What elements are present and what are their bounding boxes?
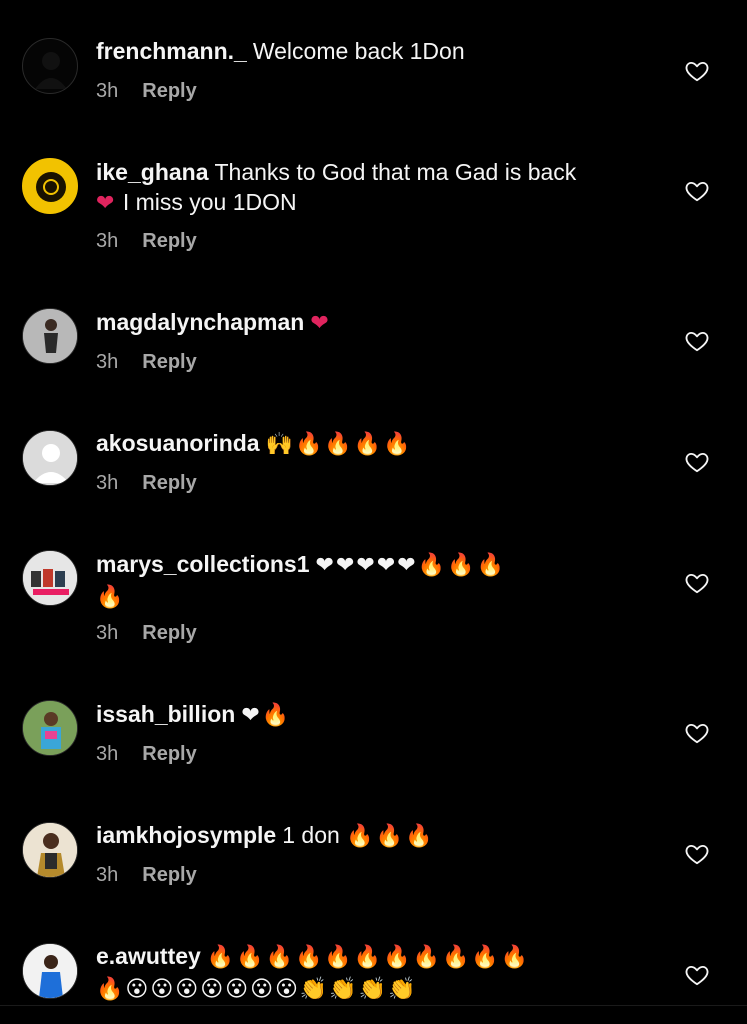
- timestamp: 3h: [96, 864, 119, 886]
- comment-meta: 3h Reply: [96, 80, 197, 103]
- comment-body-line-2: I miss you 1DON: [122, 189, 297, 215]
- username-link[interactable]: e.awuttey: [96, 943, 201, 969]
- comment-body: 1 don: [282, 822, 340, 848]
- reply-button[interactable]: Reply: [142, 230, 196, 252]
- avatar[interactable]: [22, 308, 78, 364]
- comment-text: frenchmann._ Welcome back 1Don: [96, 36, 656, 66]
- emoji-string: 🔥🔥🔥: [346, 824, 435, 849]
- reply-button[interactable]: Reply: [142, 80, 196, 102]
- emoji-string: ❤❤❤❤❤🔥🔥🔥: [315, 553, 506, 578]
- comment-text: e.awuttey 🔥🔥🔥🔥🔥🔥🔥🔥🔥🔥🔥 🔥😮😮😮😮😮😮😮👏👏👏👏: [96, 941, 656, 1005]
- reply-button[interactable]: Reply: [142, 622, 196, 644]
- comment-body: Welcome back 1Don: [252, 38, 465, 64]
- reply-button[interactable]: Reply: [142, 351, 196, 373]
- heart-outline-icon: [685, 573, 709, 594]
- heart-outline-icon: [685, 61, 709, 82]
- timestamp: 3h: [96, 472, 119, 494]
- heart-outline-icon: [685, 844, 709, 865]
- timestamp: 3h: [96, 230, 119, 252]
- comment-text: iamkhojosymple 1 don 🔥🔥🔥: [96, 820, 656, 852]
- emoji-string: 🔥🔥🔥🔥🔥🔥🔥🔥🔥🔥🔥: [206, 945, 531, 970]
- comment-text: marys_collections1 ❤❤❤❤❤🔥🔥🔥 🔥: [96, 549, 656, 613]
- username-link[interactable]: issah_billion: [96, 701, 235, 727]
- heart-outline-icon: [685, 331, 709, 352]
- like-button[interactable]: [684, 570, 710, 596]
- like-button[interactable]: [684, 328, 710, 354]
- heart-outline-icon: [685, 181, 709, 202]
- like-button[interactable]: [684, 720, 710, 746]
- emoji-string: 🙌🔥🔥🔥🔥: [265, 432, 413, 457]
- comment-meta: 3h Reply: [96, 622, 197, 645]
- reply-button[interactable]: Reply: [142, 472, 196, 494]
- divider: [0, 1005, 747, 1006]
- avatar[interactable]: [22, 822, 78, 878]
- comment-meta: 3h Reply: [96, 743, 197, 766]
- timestamp: 3h: [96, 80, 119, 102]
- avatar[interactable]: [22, 38, 78, 94]
- heart-emoji: ❤: [310, 311, 331, 336]
- avatar[interactable]: [22, 550, 78, 606]
- emoji-string-line-2: 🔥: [96, 585, 126, 610]
- comment-body: Thanks to God that ma Gad is back: [214, 159, 577, 185]
- comment-text: issah_billion ❤🔥: [96, 699, 656, 731]
- username-link[interactable]: frenchmann._: [96, 38, 247, 64]
- avatar[interactable]: [22, 700, 78, 756]
- like-button[interactable]: [684, 58, 710, 84]
- like-button[interactable]: [684, 449, 710, 475]
- emoji-string-line-2: 🔥😮😮😮😮😮😮😮👏👏👏👏: [96, 977, 418, 1002]
- comment-meta: 3h Reply: [96, 472, 197, 495]
- comment-text: akosuanorinda 🙌🔥🔥🔥🔥: [96, 428, 656, 460]
- username-link[interactable]: magdalynchapman: [96, 309, 304, 335]
- timestamp: 3h: [96, 622, 119, 644]
- heart-outline-icon: [685, 723, 709, 744]
- timestamp: 3h: [96, 743, 119, 765]
- comment-meta: 3h Reply: [96, 230, 197, 253]
- comment-meta: 3h Reply: [96, 351, 197, 374]
- like-button[interactable]: [684, 962, 710, 988]
- heart-outline-icon: [685, 965, 709, 986]
- username-link[interactable]: akosuanorinda: [96, 430, 260, 456]
- reply-button[interactable]: Reply: [142, 743, 196, 765]
- avatar[interactable]: [22, 430, 78, 486]
- avatar[interactable]: [22, 943, 78, 999]
- like-button[interactable]: [684, 178, 710, 204]
- heart-outline-icon: [685, 452, 709, 473]
- username-link[interactable]: marys_collections1: [96, 551, 310, 577]
- timestamp: 3h: [96, 351, 119, 373]
- emoji-string: ❤🔥: [241, 703, 292, 728]
- reply-button[interactable]: Reply: [142, 864, 196, 886]
- avatar[interactable]: [22, 158, 78, 214]
- comment-meta: 3h Reply: [96, 864, 197, 887]
- heart-emoji: ❤: [96, 191, 117, 216]
- username-link[interactable]: ike_ghana: [96, 159, 209, 185]
- like-button[interactable]: [684, 841, 710, 867]
- comment-text: magdalynchapman ❤: [96, 307, 656, 339]
- username-link[interactable]: iamkhojosymple: [96, 822, 276, 848]
- comment-text: ike_ghana Thanks to God that ma Gad is ba…: [96, 157, 656, 219]
